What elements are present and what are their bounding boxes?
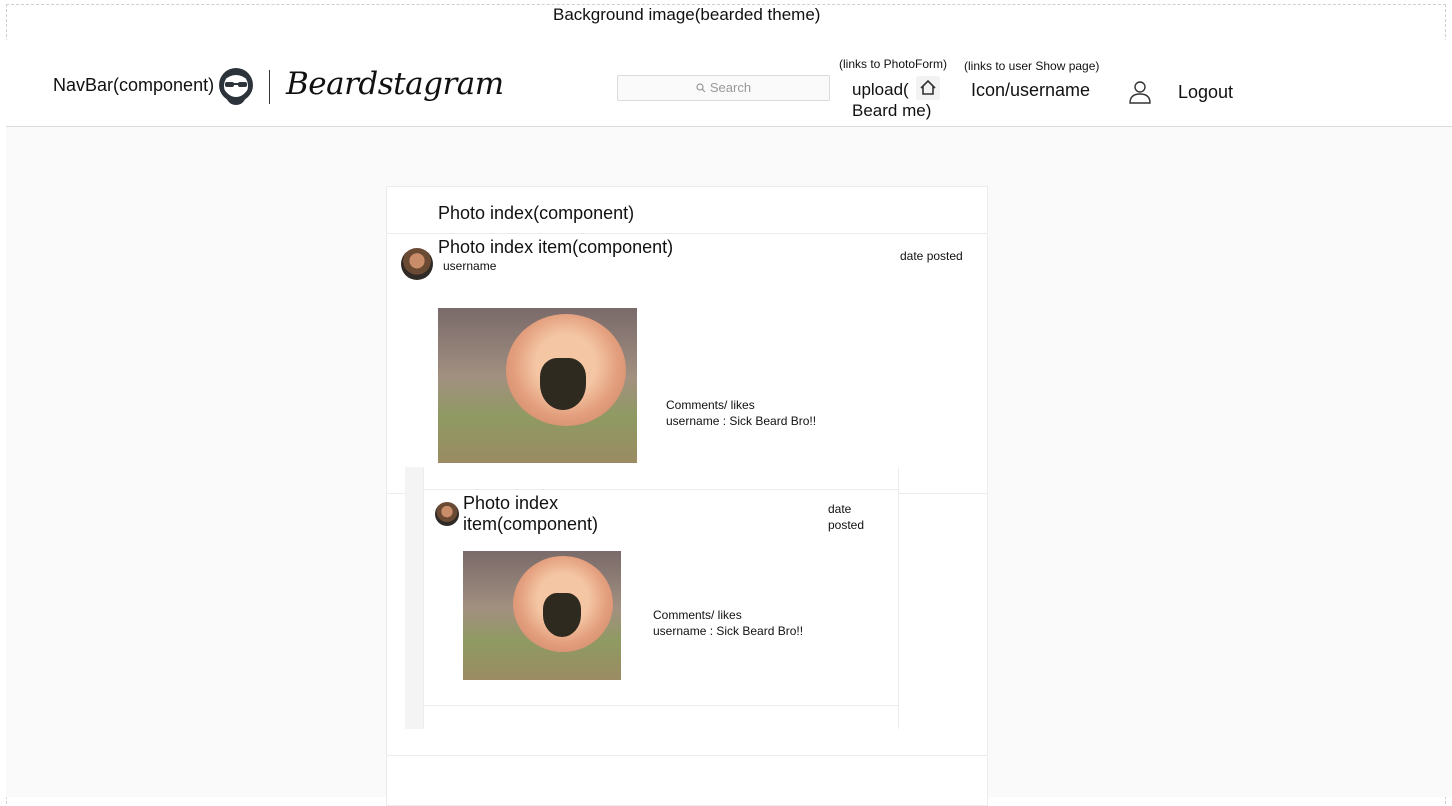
beard-figure bbox=[543, 593, 581, 637]
comments-section: Comments/ likes username : Sick Beard Br… bbox=[653, 607, 803, 639]
divider bbox=[424, 705, 898, 706]
avatar[interactable] bbox=[401, 248, 433, 280]
background-annotation: Background image(bearded theme) bbox=[553, 5, 821, 24]
bearded-face-logo-icon[interactable] bbox=[216, 67, 256, 107]
beard-figure bbox=[540, 358, 586, 410]
comment: username : Sick Beard Bro!! bbox=[666, 414, 817, 428]
show-link-annotation: (links to user Show page) bbox=[964, 59, 1100, 73]
photo-index-item: Photo index item(component) date posted … bbox=[423, 467, 899, 729]
comments-header: Comments/ likes bbox=[653, 608, 742, 622]
date-line: posted bbox=[828, 518, 865, 532]
inner-shadow-bar bbox=[405, 467, 423, 729]
logo-text[interactable]: Beardstagram bbox=[286, 66, 504, 102]
divider bbox=[387, 233, 987, 234]
comments-header: Comments/ likes bbox=[666, 398, 755, 412]
post-username[interactable]: username bbox=[443, 259, 496, 273]
date-posted: date posted bbox=[828, 501, 864, 533]
search-input[interactable]: Search bbox=[617, 75, 830, 101]
date-line: date bbox=[828, 502, 852, 516]
logo-divider bbox=[269, 70, 270, 104]
post-photo[interactable] bbox=[438, 308, 637, 463]
user-icon[interactable] bbox=[1128, 79, 1152, 105]
comments-section: Comments/ likes username : Sick Beard Br… bbox=[666, 397, 816, 429]
comment: username : Sick Beard Bro!! bbox=[653, 624, 804, 638]
navbar-annotation: NavBar(component) bbox=[53, 75, 215, 95]
search-icon bbox=[696, 83, 706, 93]
post-photo[interactable] bbox=[463, 551, 621, 680]
logout-button[interactable]: Logout bbox=[1178, 82, 1233, 103]
search-placeholder: Search bbox=[709, 80, 752, 95]
photo-index-title: Photo index(component) bbox=[438, 203, 635, 223]
user-show-link[interactable]: Icon/username bbox=[971, 80, 1090, 101]
photoform-link-annotation: (links to PhotoForm) bbox=[839, 57, 948, 71]
date-posted: date posted bbox=[900, 249, 963, 263]
divider bbox=[387, 755, 987, 756]
divider bbox=[424, 489, 898, 490]
title-line: Photo index bbox=[463, 493, 559, 513]
photo-index-item-title: Photo index item(component) bbox=[463, 493, 598, 535]
home-icon[interactable] bbox=[916, 76, 940, 100]
title-line: item(component) bbox=[463, 514, 599, 534]
beard-me-label: Beard me) bbox=[852, 101, 932, 120]
photo-index: Photo index(component) Photo index item(… bbox=[386, 186, 988, 806]
avatar[interactable] bbox=[435, 502, 459, 526]
navbar: NavBar(component) Beardstagram Search (l… bbox=[6, 40, 1452, 127]
photo-index-item-title: Photo index item(component) bbox=[438, 237, 674, 257]
